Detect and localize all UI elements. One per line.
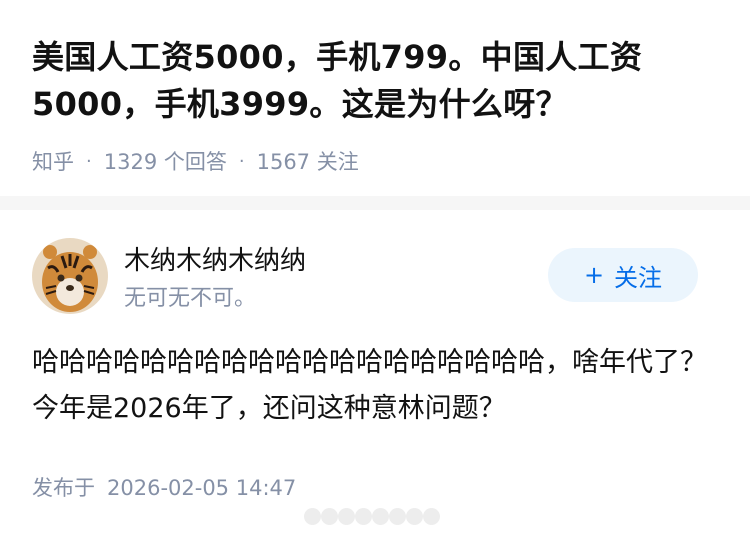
question-title[interactable]: 美国人工资5000，手机799。中国人工资5000，手机3999。这是为什么呀？ <box>32 34 718 128</box>
follow-label: 关注 <box>614 263 663 292</box>
publish-time: 2026-02-05 14:47 <box>107 476 297 500</box>
question-header: 美国人工资5000，手机799。中国人工资5000，手机3999。这是为什么呀？… <box>0 0 750 196</box>
watermark-dot <box>389 507 406 525</box>
watermark-dot <box>355 507 372 525</box>
watermark-dot <box>321 507 338 525</box>
watermark-dot <box>406 507 423 525</box>
answer-text: 哈哈哈哈哈哈哈哈哈哈哈哈哈哈哈哈哈哈哈，啥年代了？今年是2026年了，还问这种意… <box>32 347 707 424</box>
separator-dot: · <box>86 150 92 172</box>
watermark <box>304 506 440 526</box>
followers-count[interactable]: 1567 关注 <box>257 146 359 176</box>
question-meta: 知乎 · 1329 个回答 · 1567 关注 <box>32 146 359 176</box>
publish-info: 发布于 2026-02-05 14:47 <box>32 472 296 502</box>
author-bio: 无可无不可。 <box>124 286 257 311</box>
follow-button[interactable]: + 关注 <box>548 248 698 302</box>
answers-count[interactable]: 1329 个回答 <box>104 146 227 176</box>
watermark-dot <box>372 507 389 525</box>
source-label[interactable]: 知乎 <box>32 146 74 176</box>
author-avatar[interactable] <box>32 238 108 314</box>
watermark-dot <box>304 507 321 525</box>
section-divider <box>0 196 750 210</box>
separator-dot: · <box>238 150 245 172</box>
answer-card: 木纳木纳木纳纳 无可无不可。 + 关注 哈哈哈哈哈哈哈哈哈哈哈哈哈哈哈哈哈哈哈，… <box>0 210 750 538</box>
watermark-dot <box>423 507 440 525</box>
publish-label: 发布于 <box>32 476 95 500</box>
watermark-dot <box>338 507 355 525</box>
tiger-avatar-icon <box>32 238 108 314</box>
plus-icon: + <box>583 261 605 289</box>
author-name[interactable]: 木纳木纳木纳纳 <box>124 240 306 277</box>
